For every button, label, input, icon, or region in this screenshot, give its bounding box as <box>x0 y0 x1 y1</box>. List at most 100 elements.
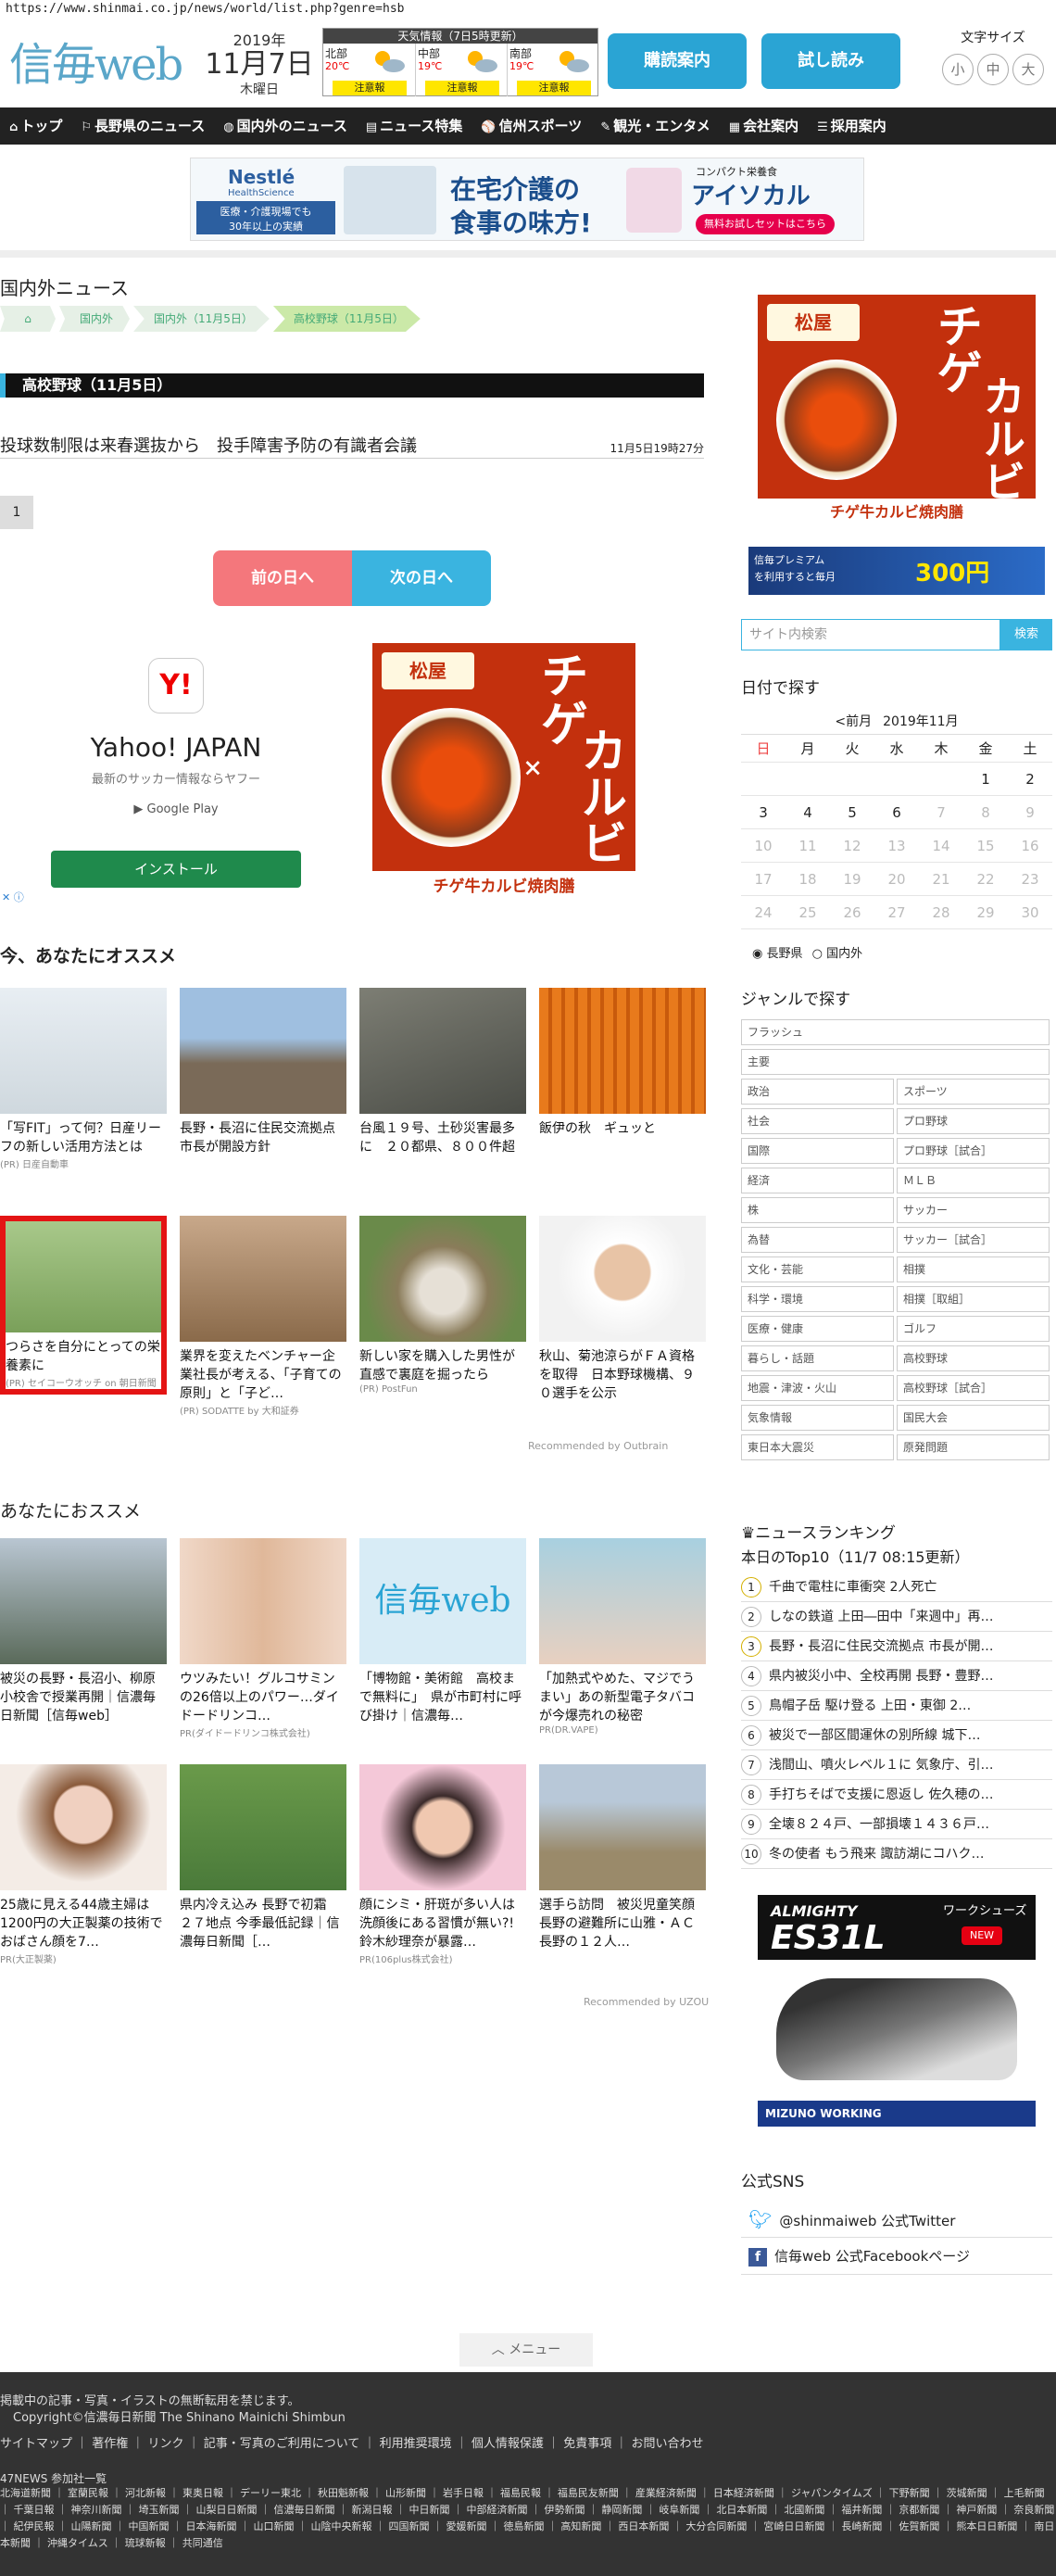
genre-link[interactable]: 株 <box>741 1197 894 1223</box>
shoe-ad[interactable]: ALMIGHTY ES31L ワークシューズ NEW MIZUNO WORKIN… <box>758 1895 1036 2127</box>
prev-day-button[interactable]: 前の日へ <box>213 550 352 606</box>
url-bar[interactable]: https://www.shinmai.co.jp/news/world/lis… <box>0 0 1056 20</box>
recommend-card[interactable]: 「写FIT」って何？日産リーフの新しい活用方法とは (PR) 日産自動車 <box>0 988 167 1170</box>
recommend-card[interactable]: 台風１９号、土砂災害最多に ２０都県、８００件超 <box>359 988 526 1156</box>
genre-link[interactable]: 高校野球 <box>897 1345 1050 1371</box>
prev-month-link[interactable]: <前月 <box>835 714 872 729</box>
genre-link[interactable]: プロ野球［試合］ <box>897 1138 1050 1164</box>
genre-link[interactable]: フラッシュ <box>741 1019 1050 1045</box>
genre-link[interactable]: 相撲 <box>897 1256 1050 1282</box>
breadcrumb-item[interactable]: 国内外（11月5日） <box>133 306 270 332</box>
recommend-card[interactable]: 飯伊の秋 ギュッと <box>539 988 706 1138</box>
next-day-button[interactable]: 次の日へ <box>352 550 491 606</box>
twitter-link[interactable]: 🐦︎ @shinmaiweb 公式Twitter <box>741 2201 1052 2238</box>
ad-choices-icon[interactable]: ✕ ⓘ <box>2 890 24 904</box>
recommend-card[interactable]: 県内冷え込み 長野で初霜 ２７地点 今季最低記録｜信濃毎日新聞［… <box>180 1764 346 1951</box>
recommend-card[interactable]: 被災の長野・長沼小、柳原小校舎で授業再開｜信濃毎日新聞［信毎web］ <box>0 1538 167 1725</box>
top-banner-ad[interactable]: Nestlé HealthScience 医療・介護現場でも 30年以上の実績 在… <box>190 158 864 241</box>
ranking-item[interactable]: 3 長野・長沼に住民交流拠点 市長が開… <box>741 1632 1052 1661</box>
genre-link[interactable]: サッカー <box>897 1197 1050 1223</box>
radio-domestic[interactable]: ○ 国内外 <box>812 947 863 961</box>
genre-link[interactable]: 為替 <box>741 1227 894 1253</box>
genre-link[interactable]: プロ野球 <box>897 1108 1050 1134</box>
genre-link[interactable]: 国際 <box>741 1138 894 1164</box>
article-title[interactable]: 投球数制限は来春選抜から 投手障害予防の有識者会議 <box>0 433 417 457</box>
footer-links[interactable]: サイトマップ ｜ 著作権 ｜ リンク ｜ 記事・写真のご利用について ｜ 利用推… <box>0 2433 703 2451</box>
recommend-card[interactable]: 「加熱式やめた、マジでうまい」あの新型電子タバコが今爆売れの秘密 PR(DR.VA… <box>539 1538 706 1736</box>
ranking-item[interactable]: 4 県内被災小中、全校再開 長野・豊野… <box>741 1661 1052 1691</box>
install-button[interactable]: インストール <box>51 851 301 888</box>
genre-link[interactable]: 医療・健康 <box>741 1316 894 1342</box>
ranking-item[interactable]: 1 千曲で電柱に車衝突 2人死亡 <box>741 1572 1052 1602</box>
genre-link[interactable]: 原発問題 <box>897 1434 1050 1460</box>
nav-tourism[interactable]: ✎ 観光・エンタメ <box>591 107 719 145</box>
calendar-day[interactable]: 6 <box>874 796 919 829</box>
search-button[interactable]: 検索 <box>1000 619 1052 650</box>
recommend-card[interactable]: つらさを自分にとっての栄養素に (PR) セイコーウオッチ on 朝日新聞 <box>0 1216 167 1395</box>
article-row[interactable]: 投球数制限は来春選抜から 投手障害予防の有識者会議 11月5日19時27分 <box>0 429 704 459</box>
recommend-card[interactable]: 業界を変えたベンチャー企業社長が考える、「子育ての原則」と「子ど… (PR) SO… <box>180 1216 346 1417</box>
facebook-link[interactable]: f 信毎web 公式Facebookページ <box>741 2238 1052 2275</box>
genre-link[interactable]: 気象情報 <box>741 1405 894 1431</box>
nav-top[interactable]: ⌂ トップ <box>0 107 71 145</box>
radio-nagano[interactable]: ◉ 長野県 <box>752 947 803 961</box>
genre-link[interactable]: 文化・芸能 <box>741 1256 894 1282</box>
recommend-card[interactable]: 長野・長沼に住民交流拠点 市長が開設方針 <box>180 988 348 1156</box>
breadcrumb-item[interactable]: 国内外 <box>59 306 131 332</box>
genre-link[interactable]: サッカー［試合］ <box>897 1227 1050 1253</box>
trial-button[interactable]: 試し読み <box>761 33 900 89</box>
ranking-item[interactable]: 8 手打ちそばで支援に恩返し 佐久穂の… <box>741 1780 1052 1810</box>
ranking-item[interactable]: 5 鳥帽子岳 駆け登る 上田・東御 2… <box>741 1691 1052 1721</box>
genre-link[interactable]: 科学・環境 <box>741 1286 894 1312</box>
recommend-card[interactable]: ウツみたい！グルコサミンの26倍以上のパワー…ダイドードリンコ… PR(ダイドード… <box>180 1538 346 1739</box>
font-large-button[interactable]: 大 <box>1012 54 1044 85</box>
recommend-card[interactable]: 25歳に見える44歳主婦は1200円の大正製薬の技術でおばさん顔を7… PR(大正… <box>0 1764 167 1965</box>
genre-link[interactable]: 国民大会 <box>897 1405 1050 1431</box>
calendar-day[interactable]: 3 <box>741 796 786 829</box>
nav-domestic-news[interactable]: ◍ 国内外のニュース <box>214 107 357 145</box>
ranking-item[interactable]: 6 被災で一部区間運休の別所線 城下… <box>741 1721 1052 1750</box>
genre-link[interactable]: スポーツ <box>897 1079 1050 1105</box>
breadcrumb-item[interactable]: ⌂ <box>0 306 56 332</box>
yahoo-ad[interactable]: Y! Yahoo! JAPAN 最新のサッカー情報ならヤフー ▶ Google … <box>0 639 352 908</box>
genre-link[interactable]: 政治 <box>741 1079 894 1105</box>
matsuya-side-ad[interactable]: 松屋 チゲ カルビ チゲ牛カルビ焼肉膳 <box>758 295 1036 526</box>
genre-link[interactable]: 相撲［取組］ <box>897 1286 1050 1312</box>
nav-nagano-news[interactable]: ⚐ 長野県のニュース <box>71 107 214 145</box>
recommend-card[interactable]: 顔にシミ・肝斑が多い人は洗顔後にある習慣が無い?!鈴木紗理奈が暴露… PR(106… <box>359 1764 526 1965</box>
ad-cta-button[interactable]: 無料お試しセットはこちら <box>696 214 835 234</box>
subscribe-button[interactable]: 購読案内 <box>608 33 747 89</box>
genre-link[interactable]: 社会 <box>741 1108 894 1134</box>
nav-company[interactable]: ▦ 会社案内 <box>720 107 808 145</box>
page-number[interactable]: 1 <box>0 496 33 529</box>
outbrain-credit[interactable]: Recommended by Outbrain <box>528 1440 668 1452</box>
recommend-card[interactable]: 新しい家を購入した男性が直感で裏庭を掘ったら (PR) PostFun <box>359 1216 526 1395</box>
genre-link[interactable]: 主要 <box>741 1049 1050 1075</box>
nav-sports[interactable]: ⚾ 信州スポーツ <box>471 107 591 145</box>
calendar-day[interactable]: 5 <box>830 796 874 829</box>
search-input[interactable]: サイト内検索 <box>741 619 1000 650</box>
genre-link[interactable]: ゴルフ <box>897 1316 1050 1342</box>
calendar-day[interactable]: 2 <box>1008 763 1052 796</box>
genre-link[interactable]: ＭＬＢ <box>897 1168 1050 1193</box>
ranking-item[interactable]: 7 浅間山、噴火レベル１に 気象庁、引… <box>741 1750 1052 1780</box>
ranking-item[interactable]: 2 しなの鉄道 上田―田中「来週中」再… <box>741 1602 1052 1632</box>
genre-link[interactable]: 暮らし・話題 <box>741 1345 894 1371</box>
recommend-card[interactable]: 選手ら訪問 被災児童笑顔 長野の避難所に山雅・ＡＣ長野の１２人… <box>539 1764 708 1951</box>
genre-link[interactable]: 地震・津波・火山 <box>741 1375 894 1401</box>
calendar-day[interactable]: 4 <box>786 796 830 829</box>
ranking-item[interactable]: 9 全壊８２４戸、一部損壊１４３６戸… <box>741 1810 1052 1839</box>
matsuya-ad[interactable]: 松屋 チゲ × カルビ チゲ牛カルビ焼肉膳 <box>372 643 635 903</box>
genre-link[interactable]: 東日本大震災 <box>741 1434 894 1460</box>
nav-features[interactable]: ▤ ニュース特集 <box>357 107 472 145</box>
premium-banner-ad[interactable]: 信毎プレミアム を利用すると毎月 300円 <box>748 547 1045 595</box>
ranking-item[interactable]: 10 冬の使者 もう飛来 諏訪湖にコハク… <box>741 1839 1052 1869</box>
font-small-button[interactable]: 小 <box>942 54 974 85</box>
weather-widget[interactable]: 天気情報（7日5時更新） 北部 20℃ 注意報 中部 19℃ 注意報 南部 19… <box>322 28 598 96</box>
menu-button[interactable]: ︿ メニュー <box>459 2333 593 2367</box>
recommend-card[interactable]: 信毎web 「博物館・美術館 高校まで無料に」 県が市町村に呼び掛け｜信濃毎… <box>359 1538 526 1725</box>
partner-papers[interactable]: 北海道新聞 ｜ 室蘭民報 ｜ 河北新報 ｜ 東奥日報 ｜ デーリー東北 ｜ 秋田… <box>0 2485 1056 2552</box>
calendar-day[interactable]: 1 <box>963 763 1008 796</box>
genre-link[interactable]: 高校野球［試合］ <box>897 1375 1050 1401</box>
genre-link[interactable]: 経済 <box>741 1168 894 1193</box>
